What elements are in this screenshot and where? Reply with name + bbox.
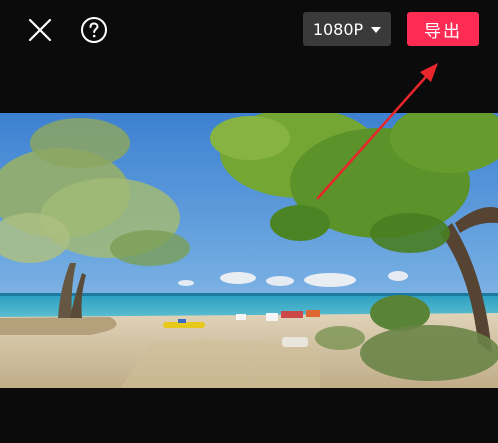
close-icon [28, 18, 52, 42]
caret-down-icon [371, 27, 382, 33]
close-button[interactable] [24, 14, 56, 46]
resolution-label: 1080P [312, 19, 364, 39]
top-toolbar: 1080P 导出 [0, 0, 498, 60]
export-button[interactable]: 导出 [407, 12, 479, 46]
beach-scene-image [0, 113, 498, 388]
video-preview[interactable] [0, 113, 498, 388]
resolution-dropdown[interactable]: 1080P [303, 12, 391, 46]
question-circle-icon [81, 17, 107, 43]
help-button[interactable] [79, 15, 109, 45]
export-label: 导出 [424, 21, 462, 42]
